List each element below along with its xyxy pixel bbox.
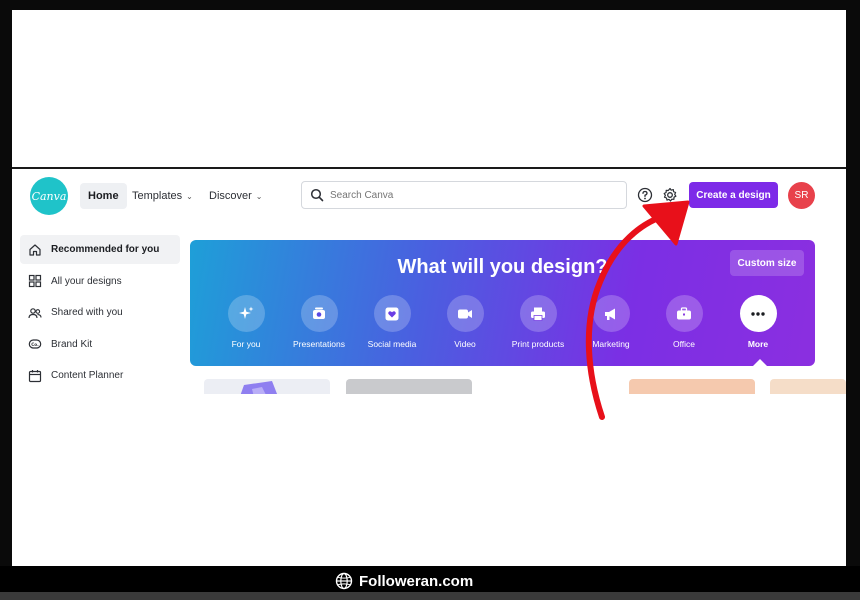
search-bar[interactable] — [301, 181, 627, 209]
sparkle-icon — [239, 306, 254, 319]
category-label: Office — [672, 339, 696, 349]
template-thumbnails — [12, 379, 846, 394]
people-icon — [28, 307, 42, 318]
custom-size-button[interactable]: Custom size — [730, 250, 804, 276]
watermark-brand: Followeran.com — [335, 572, 473, 590]
category-presentations[interactable]: Presentations — [279, 295, 359, 349]
video-icon — [458, 309, 472, 318]
template-thumbnail[interactable] — [629, 379, 755, 394]
sidebar-item-all-designs[interactable]: All your designs — [20, 267, 180, 296]
avatar[interactable]: SR — [788, 182, 815, 209]
category-icon-circle — [739, 295, 777, 332]
printer-icon — [531, 307, 545, 321]
thumbnail-art — [240, 381, 278, 394]
canva-logo[interactable]: Canva — [30, 177, 68, 215]
gear-icon — [663, 187, 677, 202]
sidebar-item-label: Shared with you — [51, 307, 123, 318]
category-label: Print products — [511, 339, 565, 349]
chevron-down-icon: ⌄ — [186, 191, 193, 201]
category-label: For you — [231, 339, 261, 349]
nav-home[interactable]: Home — [80, 183, 127, 209]
category-social-media[interactable]: Social media — [352, 295, 432, 349]
category-icon-circle — [227, 295, 265, 332]
category-marketing[interactable]: Marketing — [571, 295, 651, 349]
globe-icon — [335, 572, 353, 590]
selection-notch — [753, 359, 767, 366]
category-for-you[interactable]: For you — [206, 295, 286, 349]
category-label: Presentations — [293, 339, 345, 349]
category-more[interactable]: More — [718, 295, 798, 349]
category-row: For you Presentations Social media Video… — [190, 295, 815, 355]
help-icon — [637, 187, 653, 203]
nav-discover[interactable]: Discover ⌄ — [209, 183, 263, 209]
grid-icon — [28, 274, 42, 288]
svg-text:Co.: Co. — [31, 342, 39, 347]
sidebar-item-shared[interactable]: Shared with you — [20, 298, 180, 327]
top-header: Canva Home Templates ⌄ Discover ⌄ Search… — [12, 169, 846, 223]
nav-templates-label: Templates — [132, 190, 183, 202]
briefcase-icon — [677, 306, 691, 319]
category-icon-circle — [373, 295, 411, 332]
category-icon-circle — [446, 295, 484, 332]
home-icon — [29, 243, 41, 256]
sidebar-item-recommended[interactable]: Recommended for you — [20, 235, 180, 264]
category-video[interactable]: Video — [425, 295, 505, 349]
template-thumbnail[interactable] — [346, 379, 472, 394]
settings-button[interactable] — [660, 185, 680, 205]
template-thumbnail[interactable] — [770, 379, 846, 394]
footer: Followeran.com — [0, 566, 860, 600]
heart-icon — [385, 307, 399, 320]
category-label: Social media — [367, 339, 417, 349]
search-input[interactable] — [330, 189, 610, 201]
category-icon-circle — [592, 295, 630, 332]
sidebar-item-label: Recommended for you — [51, 244, 160, 255]
more-icon — [751, 311, 765, 316]
sidebar-item-label: Brand Kit — [51, 338, 93, 350]
category-icon-circle — [519, 295, 557, 332]
category-label: Marketing — [592, 339, 630, 349]
category-icon-circle — [300, 295, 338, 332]
brand-kit-icon: Co. — [28, 339, 42, 349]
screenshot-frame: Canva Home Templates ⌄ Discover ⌄ Search… — [12, 10, 846, 566]
sidebar: Recommended for you All your designs Sha… — [12, 235, 182, 393]
category-office[interactable]: Office — [644, 295, 724, 349]
hero-banner: What will you design? Custom size For yo… — [190, 240, 815, 366]
nav-templates[interactable]: Templates ⌄ — [132, 183, 193, 209]
sidebar-item-brand-kit[interactable]: Co. Brand Kit — [20, 330, 180, 359]
nav-discover-label: Discover — [209, 190, 252, 202]
footer-bar — [0, 592, 860, 600]
canva-home: Canva Home Templates ⌄ Discover ⌄ Search… — [12, 169, 846, 394]
search-icon — [310, 188, 324, 202]
top-blank-area — [12, 10, 846, 167]
category-label: Video — [454, 339, 476, 349]
watermark-text: Followeran.com — [359, 572, 474, 590]
category-label: More — [747, 339, 769, 349]
sidebar-item-label: All your designs — [51, 275, 122, 287]
help-button[interactable] — [635, 185, 655, 205]
create-design-button[interactable]: Create a design — [689, 182, 778, 208]
category-print-products[interactable]: Print products — [498, 295, 578, 349]
chevron-down-icon: ⌄ — [255, 191, 263, 201]
megaphone-icon — [605, 308, 615, 320]
hero-title: What will you design? — [397, 256, 608, 278]
presentation-icon — [313, 307, 325, 319]
category-icon-circle — [665, 295, 703, 332]
bottom-blank-area — [12, 394, 846, 566]
template-thumbnail[interactable] — [204, 379, 330, 394]
